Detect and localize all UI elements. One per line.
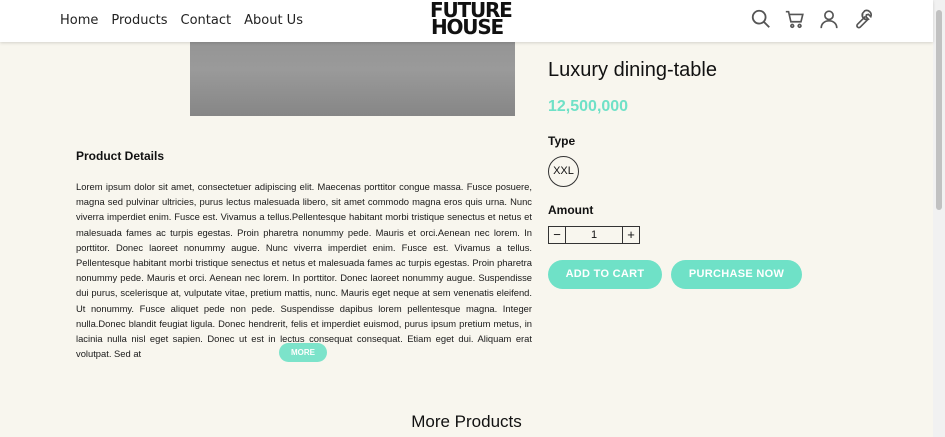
quantity-stepper: − 1 + — [548, 226, 640, 244]
logo-line-2: HOUSE — [430, 15, 504, 39]
site-header: Home Products Contact About Us FUTURE HO… — [0, 0, 933, 42]
quantity-value[interactable]: 1 — [566, 227, 622, 243]
product-price: 12,500,000 — [548, 98, 629, 115]
scrollbar-thumb[interactable] — [936, 10, 942, 210]
site-logo[interactable]: FUTURE HOUSE — [430, 0, 513, 39]
page-scrollbar[interactable] — [933, 0, 945, 437]
header-icons — [750, 8, 874, 30]
decrease-quantity-button[interactable]: − — [549, 227, 566, 243]
amount-label: Amount — [548, 203, 594, 217]
purchase-now-button[interactable]: PURCHASE NOW — [671, 260, 802, 289]
increase-quantity-button[interactable]: + — [622, 227, 639, 243]
wrench-icon[interactable] — [852, 8, 874, 30]
user-icon[interactable] — [818, 8, 840, 30]
nav-home-link[interactable]: Home — [60, 13, 98, 28]
add-to-cart-button[interactable]: ADD TO CART — [548, 260, 662, 289]
product-details-title: Product Details — [76, 149, 165, 163]
product-details-text: Lorem ipsum dolor sit amet, consectetuer… — [76, 181, 532, 360]
type-label: Type — [548, 134, 576, 148]
nav-about-link[interactable]: About Us — [244, 13, 303, 28]
nav-products-link[interactable]: Products — [111, 13, 167, 28]
nav-contact-link[interactable]: Contact — [181, 13, 232, 28]
search-icon[interactable] — [750, 8, 772, 30]
product-name: Luxury dining-table — [548, 59, 717, 81]
cart-icon[interactable] — [784, 8, 806, 30]
more-button[interactable]: MORE — [279, 343, 327, 362]
type-option-xxl[interactable]: XXL — [548, 156, 579, 187]
more-products-heading: More Products — [411, 412, 522, 431]
main-nav: Home Products Contact About Us — [60, 13, 303, 28]
